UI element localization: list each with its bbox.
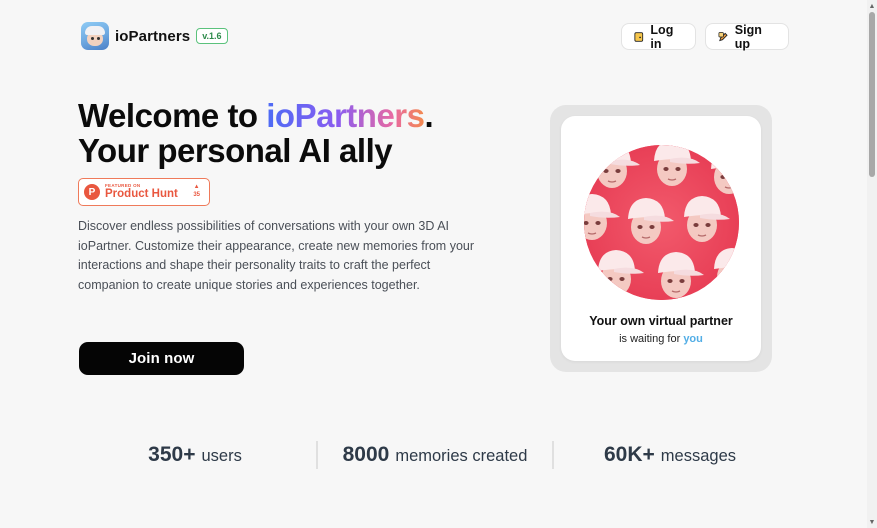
stat-label: users [201, 447, 242, 465]
hero-title-suffix: . [424, 97, 434, 134]
partner-card-frame: Your own virtual partner is waiting for … [550, 105, 772, 372]
version-badge: v.1.6 [196, 28, 228, 44]
upvote-arrow-icon: ▲ [193, 184, 200, 190]
product-hunt-votes: ▲ 35 [193, 183, 200, 199]
upvote-count: 35 [193, 192, 200, 198]
card-subtitle-prefix: is waiting for [619, 333, 684, 345]
stat-number: 8000 [342, 443, 390, 466]
scroll-thumb[interactable] [869, 12, 875, 177]
hero-description: Discover endless possibilities of conver… [78, 219, 475, 293]
stat-users: 350+ users [110, 443, 280, 471]
card-title: Your own virtual partner [589, 314, 733, 328]
page-scrollbar[interactable]: ▲ ▼ [867, 0, 877, 528]
signup-icon [718, 31, 728, 41]
scroll-down-icon[interactable]: ▼ [868, 517, 876, 527]
product-hunt-badge[interactable]: P FEATURED ON Product Hunt ▲ 35 [78, 178, 210, 206]
stat-messages: 60K+ messages [560, 443, 780, 471]
hero-title: Welcome to ioPartners. Your personal AI … [78, 98, 548, 168]
hero-title-brand: ioPartners [266, 97, 425, 134]
hero-title-prefix: Welcome to [78, 97, 267, 134]
brand-logo-image [81, 22, 109, 50]
login-label: Log in [650, 22, 674, 51]
partner-avatar-image [584, 145, 739, 300]
login-button[interactable]: Log in [621, 22, 696, 51]
stat-number: 350+ [148, 443, 196, 466]
stat-label: memories created [395, 447, 528, 465]
scroll-up-icon[interactable]: ▲ [868, 1, 876, 11]
stat-divider [552, 441, 554, 469]
partner-card: Your own virtual partner is waiting for … [561, 116, 761, 361]
brand-logo-link[interactable]: ioPartners v.1.6 [81, 22, 228, 50]
signup-button[interactable]: Sign up [705, 22, 789, 51]
card-subtitle-highlight: you [683, 333, 703, 345]
card-subtitle: is waiting for you [561, 333, 761, 345]
product-hunt-icon: P [84, 184, 100, 200]
stat-divider [316, 441, 318, 469]
login-icon [634, 31, 644, 42]
product-hunt-name: Product Hunt [105, 188, 178, 200]
stat-memories: 8000 memories created [320, 443, 550, 471]
stat-label: messages [660, 447, 736, 465]
signup-label: Sign up [734, 22, 762, 51]
join-now-button[interactable]: Join now [79, 342, 244, 375]
hero-title-line2: Your personal AI ally [78, 132, 393, 169]
stat-number: 60K+ [604, 443, 655, 466]
brand-name: ioPartners [115, 27, 191, 45]
